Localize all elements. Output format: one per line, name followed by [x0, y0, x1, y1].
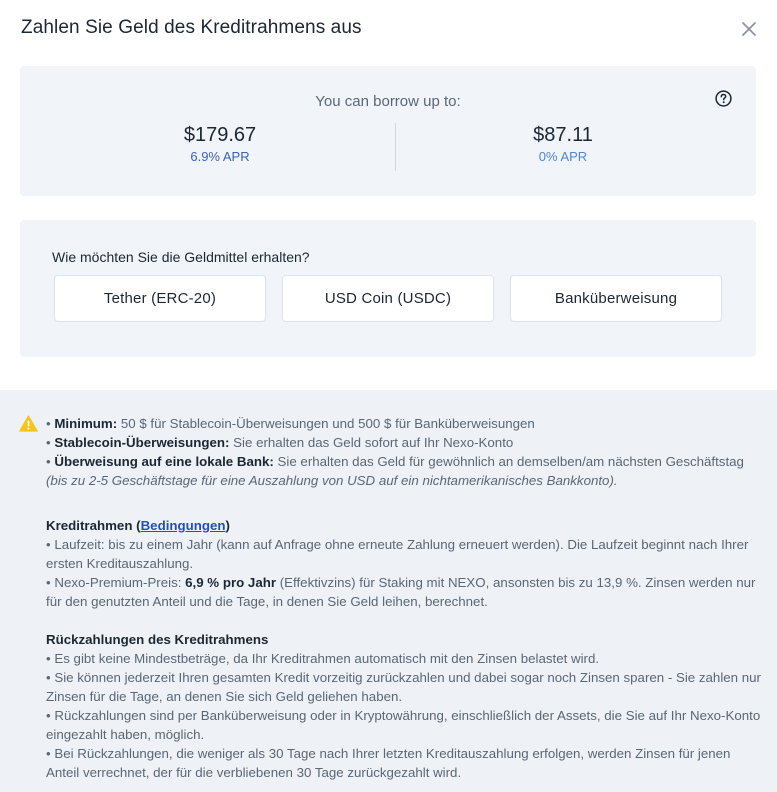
- borrow-divider: [395, 123, 396, 171]
- credit-rate-bold: 6,9 % pro Jahr: [185, 575, 277, 590]
- warning-icon: [19, 415, 38, 432]
- apr-left: 6.9% APR: [190, 149, 250, 164]
- borrow-limit-label: You can borrow up to:: [315, 93, 461, 110]
- borrow-amount-left: $179.67: [183, 124, 257, 146]
- credit-title-end: ): [225, 518, 230, 533]
- bullet-local-bank: • Überweisung auf eine lokale Bank: Sie …: [46, 454, 744, 488]
- terms-link[interactable]: Bedingungen: [141, 518, 226, 533]
- credit-section-title: Kreditrahmen (Bedingungen): [46, 516, 761, 535]
- repay-line-1: • Es gibt keine Mindestbeträge, da Ihr K…: [46, 651, 600, 666]
- bullet-local-bank-label: Überweisung auf eine lokale Bank:: [54, 454, 274, 469]
- bullet-local-bank-text: Sie erhalten das Geld für gewöhnlich an …: [273, 454, 744, 469]
- bullet-local-bank-note: (bis zu 2-5 Geschäftstage für eine Ausza…: [46, 473, 618, 488]
- bullet-stablecoin-text: Sie erhalten das Geld sofort auf Ihr Nex…: [229, 435, 514, 450]
- borrow-amount-right: $87.11: [533, 124, 593, 146]
- dialog-title: Zahlen Sie Geld des Kreditrahmens aus: [21, 17, 362, 38]
- bullet-stablecoin: • Stablecoin-Überweisungen: Sie erhalten…: [46, 435, 514, 450]
- repay-line-2: • Sie können jederzeit Ihren gesamten Kr…: [46, 670, 761, 704]
- bullet-stablecoin-label: Stablecoin-Überweisungen:: [54, 435, 230, 450]
- repay-line-4: • Bei Rückzahlungen, die weniger als 30 …: [46, 746, 731, 780]
- bank-transfer-button[interactable]: Banküberweisung: [510, 275, 722, 322]
- apr-right: 0% APR: [538, 149, 588, 164]
- info-panel: • Minimum: 50 $ für Stablecoin-Überweisu…: [0, 390, 777, 792]
- payout-method-card: Wie möchten Sie die Geldmittel erhalten?…: [20, 220, 756, 357]
- info-text: • Minimum: 50 $ für Stablecoin-Überweisu…: [46, 414, 761, 782]
- payout-method-question: Wie möchten Sie die Geldmittel erhalten?: [52, 249, 310, 265]
- borrow-option-right: $87.11 0% APR: [413, 123, 713, 166]
- credit-rate-line: • Nexo-Premium-Preis: 6,9 % pro Jahr (Ef…: [46, 573, 761, 611]
- bullet-minimum: • Minimum: 50 $ für Stablecoin-Überweisu…: [46, 416, 535, 431]
- repay-section-title: Rückzahlungen des Kreditrahmens: [46, 632, 269, 647]
- credit-title-start: Kreditrahmen (: [46, 518, 141, 533]
- bullet-minimum-label: Minimum:: [54, 416, 118, 431]
- borrow-limit-card: You can borrow up to: $179.67 6.9% APR $…: [20, 66, 756, 196]
- close-icon[interactable]: [739, 19, 759, 39]
- credit-rate-start: • Nexo-Premium-Preis:: [46, 575, 186, 590]
- borrow-option-left: $179.67 6.9% APR: [70, 123, 370, 166]
- tether-erc20-button[interactable]: Tether (ERC-20): [54, 275, 266, 322]
- bullet-minimum-text: 50 $ für Stablecoin-Überweisungen und 50…: [117, 416, 535, 431]
- usd-coin-button[interactable]: USD Coin (USDC): [282, 275, 494, 322]
- credit-term-line: • Laufzeit: bis zu einem Jahr (kann auf …: [46, 537, 749, 571]
- dialog-header: Zahlen Sie Geld des Kreditrahmens aus: [0, 0, 777, 58]
- repay-line-3: • Rückzahlungen sind per Banküberweisung…: [46, 708, 761, 742]
- help-circle-icon[interactable]: [715, 90, 732, 107]
